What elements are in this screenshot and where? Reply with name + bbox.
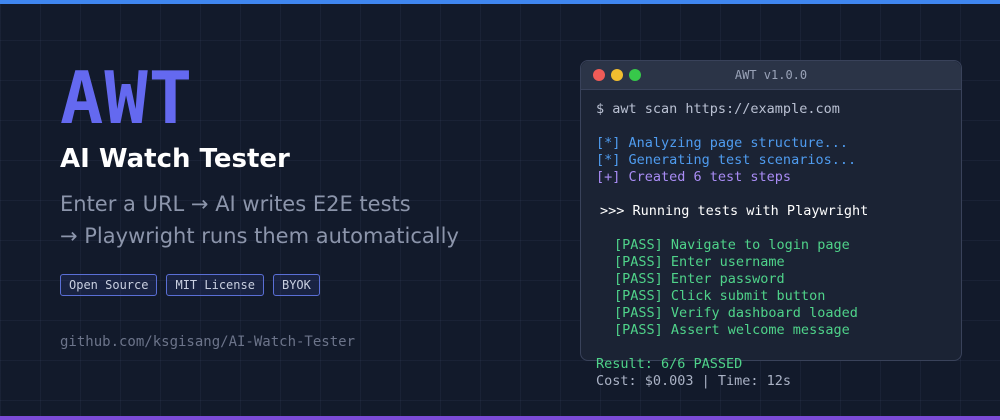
tagline-line-2: → Playwright runs them automatically [60,224,459,248]
bottom-accent-bar [0,416,1000,420]
badge-byok: BYOK [272,274,320,296]
badge-mit-license: MIT License [166,274,264,296]
pass-line: [PASS] Assert welcome message [614,322,850,338]
pass-line: [PASS] Enter password [614,271,785,287]
running-line: >>> Running tests with Playwright [600,203,869,219]
app-logo: AWT [60,56,194,140]
app-title: AI Watch Tester [60,144,290,174]
terminal-title: AWT v1.0.0 [734,68,808,82]
terminal-window: AWT v1.0.0 $ awt scan https://example.co… [580,60,962,389]
tagline: Enter a URL → AI writes E2E tests → Play… [60,188,520,252]
pass-line: [PASS] Navigate to login page [614,237,850,253]
terminal-titlebar: AWT v1.0.0 [581,61,961,90]
output-step: [*] Analyzing page structure... [596,135,848,151]
badge-open-source: Open Source [60,274,158,296]
terminal-output: $ awt scan https://example.com [*] Analyz… [581,90,961,390]
top-accent-bar [0,0,1000,4]
badge-row: Open Source MIT License BYOK [60,274,520,296]
pass-line: [PASS] Verify dashboard loaded [614,305,858,321]
repo-link[interactable]: github.com/ksgisang/AI-Watch-Tester [60,334,520,350]
output-step: [*] Generating test scenarios... [596,152,857,168]
result-summary: Result: 6/6 PASSED [596,356,743,372]
pass-line: [PASS] Click submit button [614,288,826,304]
pass-line: [PASS] Enter username [614,254,785,270]
hero-section: AWT AI Watch Tester Enter a URL → AI wri… [60,60,520,350]
output-step: [+] Created 6 test steps [596,169,792,185]
cost-summary: Cost: $0.003 | Time: 12s [596,373,792,389]
terminal-command: $ awt scan https://example.com [596,101,840,117]
tagline-line-1: Enter a URL → AI writes E2E tests [60,192,411,216]
